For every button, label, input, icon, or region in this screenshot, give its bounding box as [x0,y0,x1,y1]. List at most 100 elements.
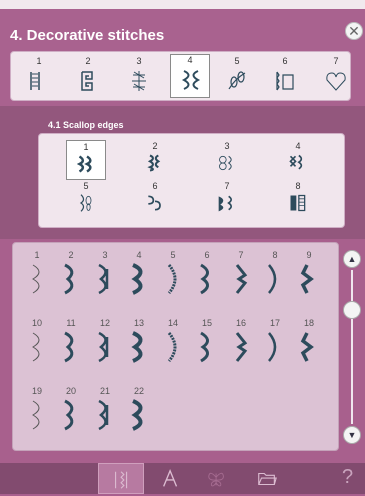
scallop-option-number: 6 [152,181,158,191]
category-7[interactable]: 7 [316,56,356,98]
stitch-14[interactable]: 14 [158,318,188,368]
scallop-option-5[interactable]: 5 [66,180,106,220]
stitch-pattern-icon [263,330,287,364]
folder-button[interactable] [244,463,290,494]
scallop-stitch-icon [179,68,203,92]
top-strip [0,0,365,9]
satin-stitch-icon [27,69,51,93]
folder-icon [256,468,278,490]
stitch-pattern-icon [297,330,321,364]
stitch-pattern-icon [93,398,117,432]
stitch-number: 15 [201,318,212,328]
stitch-pattern-icon [59,398,83,432]
category-number: 6 [282,56,288,66]
butterfly-embroidery-icon [206,468,228,490]
stitch-18[interactable]: 18 [294,318,324,368]
category-5[interactable]: 5 [217,56,257,98]
chevron-down-icon: ▼ [347,430,357,440]
stitch-1[interactable]: 1 [22,250,52,300]
category-number: 7 [333,56,339,66]
stitch-13[interactable]: 13 [124,318,154,368]
scroll-track[interactable] [351,270,353,424]
double-scallop-icon [145,153,165,173]
stitch-pattern-icon [59,262,83,296]
category-3[interactable]: 3 [119,56,159,98]
category-number: 1 [36,56,42,66]
stitch-7[interactable]: 7 [226,250,256,300]
category-1[interactable]: 1 [19,56,59,98]
stitch-pattern-icon [93,330,117,364]
scallop-option-number: 4 [295,141,301,151]
stitch-20[interactable]: 20 [56,386,86,436]
stitch-6[interactable]: 6 [192,250,222,300]
stitch-pattern-icon [195,330,219,364]
stitch-number: 19 [31,386,42,396]
stitch-number: 6 [204,250,210,260]
stitch-pattern-icon [127,262,151,296]
category-number: 4 [187,55,193,65]
scallop-option-4[interactable]: 4 [278,140,318,180]
stitch-22[interactable]: 22 [124,386,154,436]
scallop-option-number: 7 [224,181,230,191]
filled-scallop-icon [217,193,237,213]
scallop-option-8[interactable]: 8 [278,180,318,220]
category-4[interactable]: 4 [170,54,210,98]
stitch-pattern-icon [263,262,287,296]
heart-stitch-icon [324,69,348,93]
subcategory-title: 4.1 Scallop edges [48,120,124,130]
stitch-5[interactable]: 5 [158,250,188,300]
stitch-number: 17 [269,318,280,328]
scroll-down-button[interactable]: ▼ [343,426,361,444]
scallop-option-2[interactable]: 2 [135,140,175,180]
scallop-option-1[interactable]: 1 [66,140,106,180]
close-button[interactable]: ✕ [345,22,363,40]
stitch-17[interactable]: 17 [260,318,290,368]
stitch-pattern-icon [229,330,253,364]
stitch-11[interactable]: 11 [56,318,86,368]
font-menu-button[interactable] [148,463,194,494]
stitch-2[interactable]: 2 [56,250,86,300]
scallop-option-number: 1 [83,142,89,152]
stitch-number: 8 [272,250,278,260]
stitch-number: 2 [68,250,74,260]
vine-scallop-icon [76,193,96,213]
stitch-number: 10 [31,318,42,328]
stitch-15[interactable]: 15 [192,318,222,368]
stitch-number: 1 [34,250,40,260]
category-number: 5 [234,56,240,66]
font-menu-icon [160,468,182,490]
category-6[interactable]: 6 [265,56,305,98]
stitch-number: 20 [65,386,76,396]
stitch-number: 13 [133,318,144,328]
scallop-option-3[interactable]: 3 [207,140,247,180]
stitch-number: 18 [303,318,314,328]
stitch-8[interactable]: 8 [260,250,290,300]
stitch-number: 12 [99,318,110,328]
help-button[interactable]: ? [342,466,353,489]
stitch-pattern-icon [25,398,49,432]
scroll-up-button[interactable]: ▲ [343,250,361,268]
stitch-21[interactable]: 21 [90,386,120,436]
stitch-number: 7 [238,250,244,260]
close-icon: ✕ [348,23,360,39]
butterfly-embroidery-button [194,463,240,494]
stitch-4[interactable]: 4 [124,250,154,300]
stitch-10[interactable]: 10 [22,318,52,368]
scroll-thumb[interactable] [343,301,361,319]
stitch-pattern-icon [127,398,151,432]
category-number: 2 [85,56,91,66]
stitch-12[interactable]: 12 [90,318,120,368]
stitch-3[interactable]: 3 [90,250,120,300]
stitch-16[interactable]: 16 [226,318,256,368]
stitch-number: 16 [235,318,246,328]
scallop-option-6[interactable]: 6 [135,180,175,220]
stitch-pattern-icon [161,330,185,364]
scallop-option-number: 8 [295,181,301,191]
category-2[interactable]: 2 [68,56,108,98]
stitch-9[interactable]: 9 [294,250,324,300]
stitch-number: 14 [167,318,178,328]
curl-scallop-icon [145,193,165,213]
scallop-option-7[interactable]: 7 [207,180,247,220]
stitch-19[interactable]: 19 [22,386,52,436]
stitch-menu-button[interactable] [98,463,144,494]
